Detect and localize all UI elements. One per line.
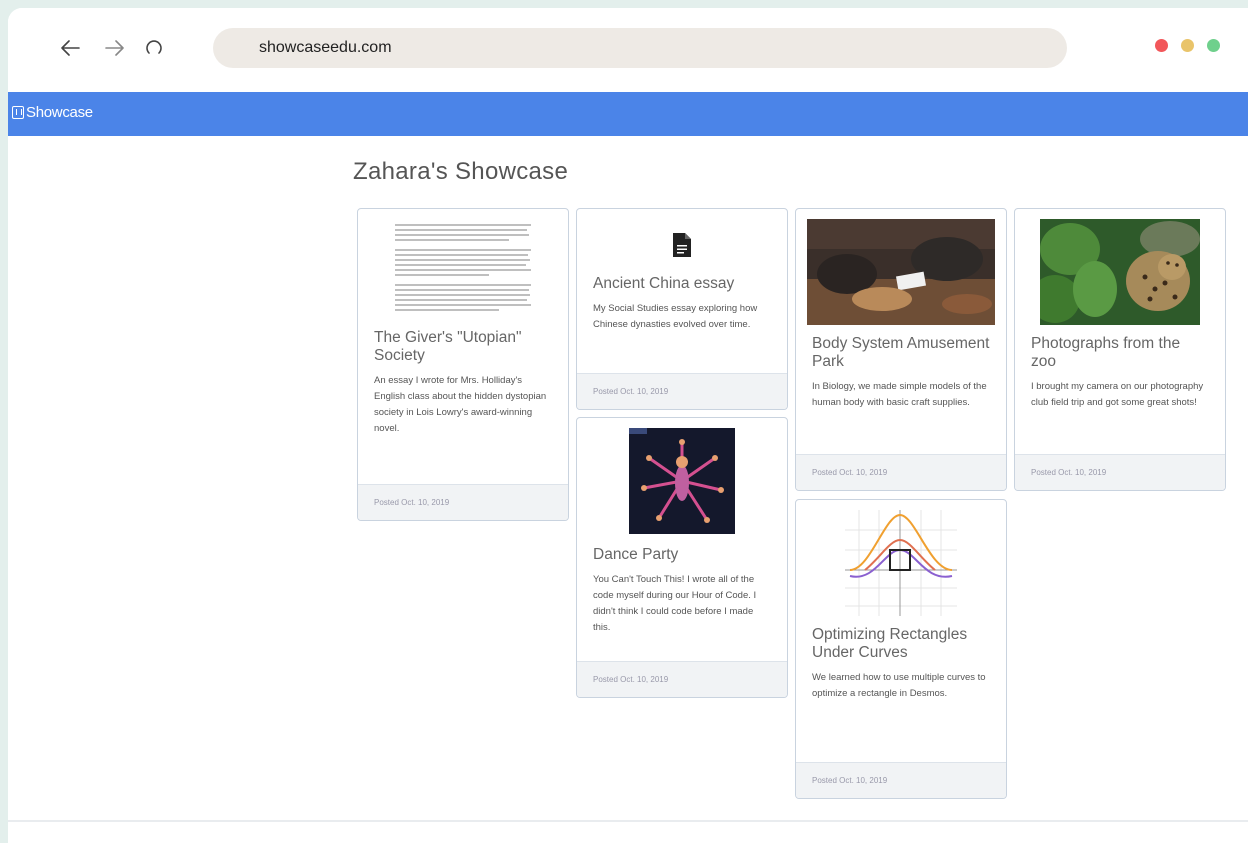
showcase-card[interactable]: Optimizing Rectangles Under Curves We le… [795,499,1007,799]
card-posted-date: Posted Oct. 10, 2019 [577,373,787,409]
document-icon-wrap [577,209,787,257]
showcase-logo-icon [12,106,24,119]
showcase-card[interactable]: Photographs from the zoo I brought my ca… [1014,208,1226,491]
card-title: Body System Amusement Park [812,335,990,370]
address-bar[interactable]: showcaseedu.com [213,28,1067,68]
window-close-dot[interactable] [1155,39,1168,52]
showcase-card[interactable]: Body System Amusement Park In Biology, w… [795,208,1007,491]
classroom-photo-thumbnail [807,219,995,325]
card-description: We learned how to use multiple curves to… [812,672,986,699]
page-title: Zahara's Showcase [353,158,569,185]
address-url: showcaseedu.com [259,39,392,56]
app-navbar: Showcase [8,92,1248,136]
card-title: Dance Party [593,546,679,563]
dance-party-thumbnail [629,428,735,534]
browser-toolbar: showcaseedu.com [8,8,1248,92]
graph-curves-thumbnail [845,510,957,616]
window-maximize-dot[interactable] [1207,39,1220,52]
card-title: Photographs from the zoo [1031,335,1181,370]
card-description: You Can't Touch This! I wrote all of the… [593,574,757,633]
card-posted-date: Posted Oct. 10, 2019 [1015,454,1225,490]
reload-icon[interactable] [142,36,166,60]
back-arrow-icon[interactable] [58,36,82,60]
showcase-card[interactable]: Dance Party You Can't Touch This! I wrot… [576,417,788,698]
card-title: Ancient China essay [593,275,735,292]
card-posted-date: Posted Oct. 10, 2019 [796,454,1006,490]
zoo-jaguar-photo-thumbnail [1040,219,1200,325]
card-description: In Biology, we made simple models of the… [812,381,987,408]
showcase-card[interactable]: The Giver's "Utopian" Society An essay I… [357,208,569,521]
document-icon [673,233,691,257]
card-description: My Social Studies essay exploring how Ch… [593,303,758,330]
brand-link[interactable]: Showcase [12,104,93,121]
card-posted-date: Posted Oct. 10, 2019 [577,661,787,697]
card-description: An essay I wrote for Mrs. Holliday's Eng… [374,375,547,434]
forward-arrow-icon[interactable] [103,36,127,60]
card-title: Optimizing Rectangles Under Curves [812,626,968,661]
card-description: I brought my camera on our photography c… [1031,381,1204,408]
window-minimize-dot[interactable] [1181,39,1194,52]
page-bottom-divider [8,820,1248,822]
card-posted-date: Posted Oct. 10, 2019 [358,484,568,520]
card-posted-date: Posted Oct. 10, 2019 [796,762,1006,798]
card-title: The Giver's "Utopian" Society [374,329,522,364]
browser-window: showcaseedu.com Showcase Zahara's Showca… [8,8,1248,843]
showcase-card[interactable]: Ancient China essay My Social Studies es… [576,208,788,410]
document-page-thumbnail [389,219,537,319]
brand-name: Showcase [26,104,93,121]
